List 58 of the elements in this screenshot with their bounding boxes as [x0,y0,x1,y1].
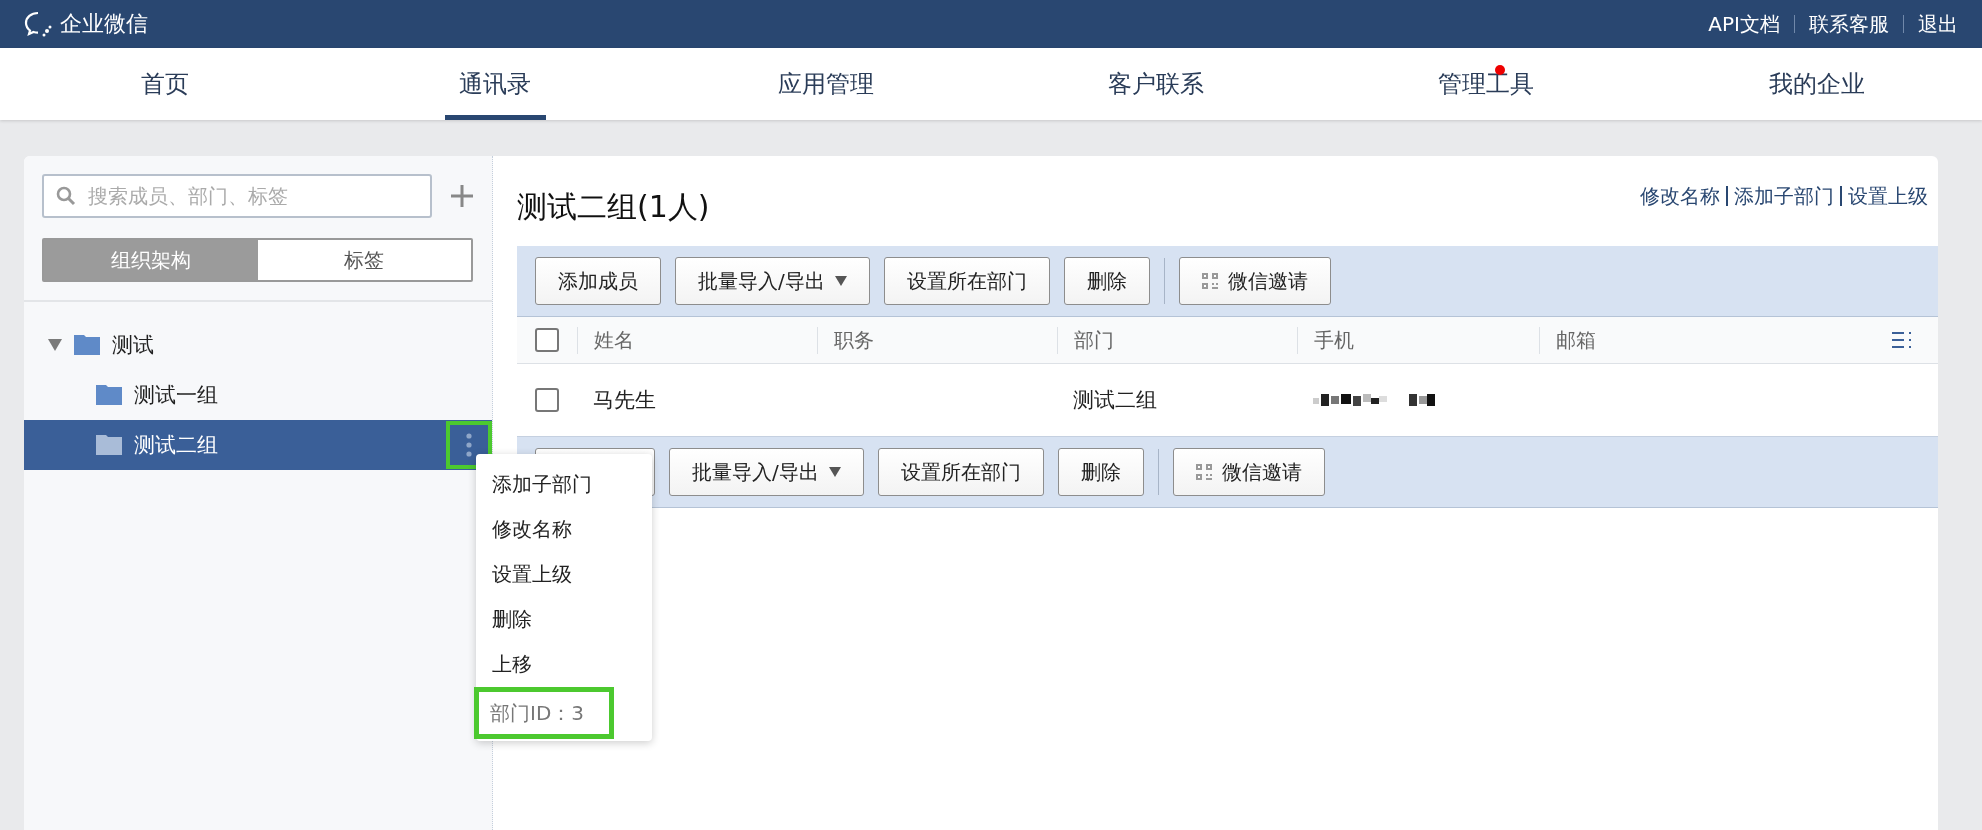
row-checkbox[interactable] [535,388,559,412]
nav-tab[interactable]: 首页 [115,48,216,120]
more-dots-icon [466,433,472,457]
folder-icon [74,335,100,355]
department-name: 测试一组 [134,382,218,409]
toolbar-button[interactable]: 删除 [1057,448,1144,496]
column-header: 职务 [817,326,1057,354]
toolbar-button[interactable]: 删除 [1063,257,1150,305]
tree-item[interactable]: 测试 [24,320,492,370]
tree-item[interactable]: 测试二组 [24,420,492,470]
folder-icon [96,435,122,455]
toolbar-button[interactable]: 微信邀请 [1178,257,1331,305]
toolbar-button[interactable]: 设置所在部门 [877,448,1044,496]
member-name: 马先生 [593,387,656,414]
expand-caret-icon[interactable] [48,339,62,351]
department-link[interactable]: 修改名称 [1640,182,1720,210]
header-link[interactable]: 退出 [1918,10,1958,38]
nav-tab[interactable]: 应用管理 [775,48,876,120]
nav-tab[interactable]: 客户联系 [1106,48,1207,120]
menu-item[interactable]: 上移 [476,642,652,687]
department-link[interactable]: 设置上级 [1848,182,1928,210]
nav-tab[interactable]: 我的企业 [1766,48,1867,120]
column-header: 部门 [1057,326,1297,354]
search-field[interactable]: 搜索成员、部门、标签 [42,174,432,218]
add-icon[interactable] [450,184,474,208]
search-icon [56,186,76,206]
department-title: 测试二组(1人) [517,187,710,226]
column-header: 邮箱 [1539,326,1859,354]
toolbar-button[interactable]: 批量导入/导出 [675,257,870,305]
nav-tab[interactable]: 管理工具 [1436,48,1537,120]
department-id: 部门ID：3 [474,687,614,739]
tree-item[interactable]: 测试一组 [24,370,492,420]
header-link[interactable]: API文档 [1708,10,1780,38]
member-department: 测试二组 [1073,387,1157,414]
dropdown-caret-icon [828,467,841,477]
menu-item[interactable]: 修改名称 [476,507,652,552]
folder-icon [96,385,122,405]
menu-item[interactable]: 删除 [476,597,652,642]
toolbar-button[interactable]: 设置所在部门 [883,257,1050,305]
department-link[interactable]: 添加子部门 [1734,182,1834,210]
department-name: 测试 [112,332,154,359]
toolbar-button[interactable]: 微信邀请 [1172,448,1325,496]
column-header: 手机 [1297,326,1539,354]
toolbar-button[interactable]: 批量导入/导出 [669,448,864,496]
column-settings-icon[interactable] [1892,332,1914,348]
header-link[interactable]: 联系客服 [1809,10,1889,38]
toolbar-button[interactable]: 添加成员 [535,257,661,305]
dropdown-caret-icon [834,276,847,286]
select-all-checkbox[interactable] [535,328,559,352]
qr-code-icon [1201,273,1218,289]
column-header: 姓名 [577,326,817,354]
nav-tab[interactable]: 通讯录 [445,48,546,120]
brand-name: 企业微信 [60,10,148,38]
menu-item[interactable]: 设置上级 [476,552,652,597]
sidebar-tab[interactable]: 标签 [257,240,471,280]
chat-bubble-logo-icon [24,11,54,37]
department-name: 测试二组 [134,432,218,459]
qr-code-icon [1195,464,1212,480]
